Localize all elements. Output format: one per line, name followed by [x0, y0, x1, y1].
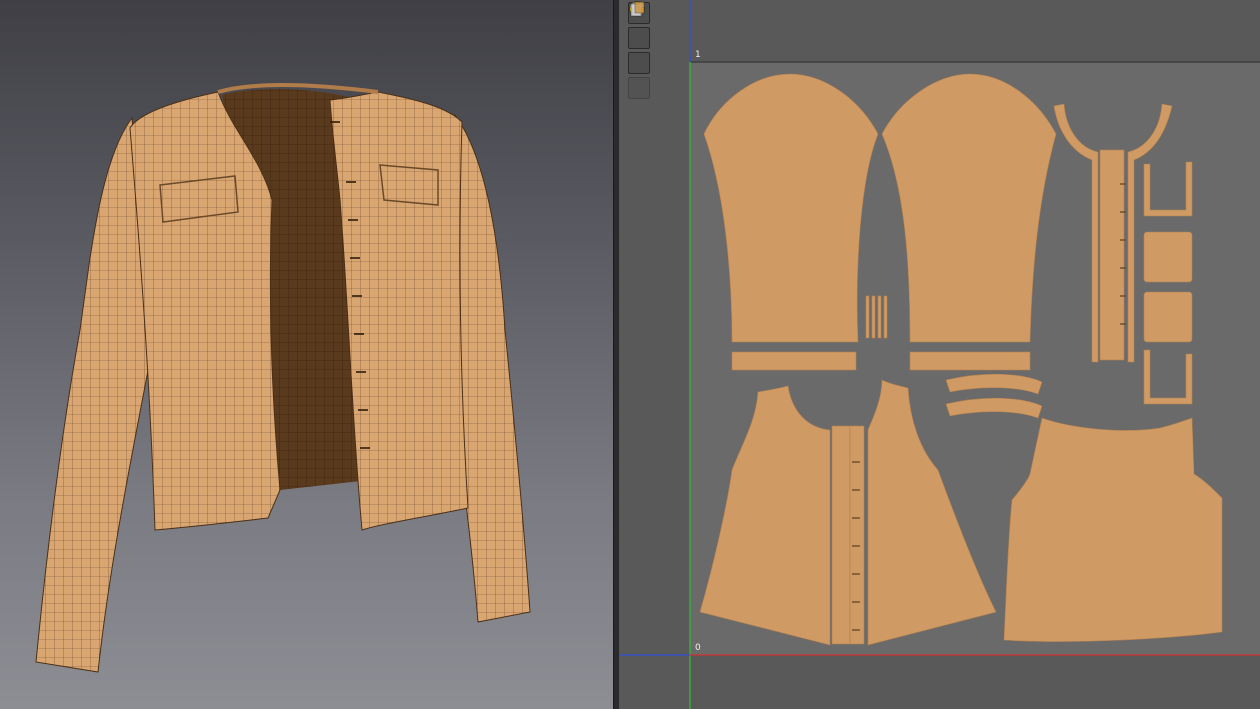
uv-left-placket [831, 425, 851, 645]
uv-left-cuff [731, 351, 857, 371]
uv-pocket-3 [1143, 291, 1193, 343]
uv-right-sleeve [881, 73, 1057, 343]
uv-facing-2 [945, 397, 1043, 419]
uv-right-front [867, 379, 997, 646]
uv-canvas [620, 0, 1260, 709]
uv-axis-label-origin: 0 [695, 643, 701, 653]
uv-left-front [699, 385, 831, 646]
uv-right-cuff [909, 351, 1031, 371]
uv-toolbar: i [628, 0, 654, 102]
avatar-button[interactable] [628, 1, 650, 99]
garment-gray-icon [628, 1, 646, 17]
uv-right-placket [849, 425, 865, 645]
uv-pocket-4 [1143, 349, 1193, 405]
panel-splitter[interactable] [613, 0, 620, 709]
uv-editor[interactable]: 1 0 i [620, 0, 1260, 709]
texture-button[interactable] [628, 1, 650, 74]
uv-neckband [1053, 103, 1099, 363]
uv-pocket-2 [1143, 231, 1193, 283]
left-sleeve [35, 116, 151, 673]
uv-back-panel [1003, 417, 1223, 642]
uv-facing-1 [945, 373, 1043, 395]
info-button[interactable]: i [628, 1, 650, 49]
jacket-3d-model [35, 83, 531, 673]
3d-viewport[interactable] [0, 0, 613, 709]
uv-left-sleeve [703, 73, 879, 343]
uv-pocket-1 [1143, 161, 1193, 217]
uv-axis-label-top: 1 [695, 50, 701, 60]
